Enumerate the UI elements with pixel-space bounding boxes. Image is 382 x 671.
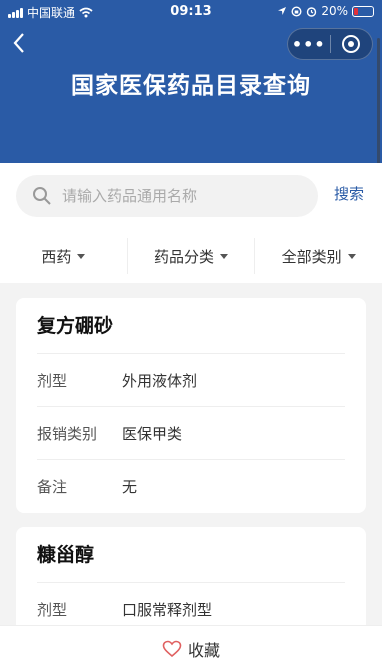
drug-detail-row: 备注 无 — [37, 460, 345, 513]
search-icon — [33, 187, 51, 205]
search-box[interactable] — [16, 175, 318, 217]
search-filter-panel: 搜索 西药 药品分类 全部类别 — [0, 163, 382, 283]
close-target-icon — [342, 35, 361, 53]
drug-name: 糠甾醇 — [37, 527, 345, 583]
heart-icon — [162, 640, 182, 657]
back-button[interactable] — [12, 32, 38, 58]
close-button[interactable] — [331, 35, 373, 53]
search-input[interactable] — [62, 187, 282, 205]
filter-label: 全部类别 — [281, 247, 342, 266]
battery-percent: 20% — [321, 4, 348, 18]
lock-rotation-icon — [291, 5, 302, 17]
row-label: 剂型 — [37, 371, 68, 390]
filter-drug-category[interactable]: 药品分类 — [128, 238, 256, 274]
drug-name: 复方硼砂 — [37, 298, 345, 354]
location-icon — [278, 7, 287, 15]
caret-down-icon — [347, 253, 356, 259]
drug-card[interactable]: 复方硼砂 剂型 外用液体剂 报销类别 医保甲类 备注 无 — [16, 298, 366, 513]
alarm-icon — [307, 6, 317, 17]
row-value: 医保甲类 — [122, 424, 183, 443]
caret-down-icon — [77, 253, 86, 259]
page-title: 国家医保药品目录查询 — [71, 73, 311, 99]
row-label: 备注 — [37, 478, 68, 496]
search-button[interactable]: 搜索 — [334, 183, 364, 204]
row-value: 外用液体剂 — [122, 371, 198, 390]
more-button[interactable]: ••• — [288, 35, 330, 54]
scroll-indicator — [377, 38, 380, 164]
filter-label: 药品分类 — [154, 247, 215, 266]
status-bar: 中国联通 09:13 20% — [0, 0, 382, 24]
caret-down-icon — [220, 253, 229, 259]
row-label: 剂型 — [37, 601, 68, 619]
drug-card[interactable]: 糠甾醇 剂型 口服常释剂型 — [16, 527, 366, 636]
row-value: 口服常释剂型 — [122, 601, 213, 619]
filter-drug-type[interactable]: 西药 — [0, 238, 128, 274]
drug-detail-row: 报销类别 医保甲类 — [37, 407, 345, 460]
filter-all-types[interactable]: 全部类别 — [255, 238, 382, 274]
battery-icon — [352, 5, 374, 17]
header-banner: 中国联通 09:13 20% ••• 国家医保药品目录查询 — [0, 0, 382, 164]
filter-label: 西药 — [41, 247, 72, 266]
row-label: 报销类别 — [37, 424, 98, 443]
favorite-button[interactable]: 收藏 — [0, 625, 382, 671]
row-value: 无 — [122, 478, 138, 496]
miniprogram-capsule: ••• — [287, 28, 373, 60]
drug-detail-row: 剂型 外用液体剂 — [37, 354, 345, 407]
favorite-label: 收藏 — [187, 640, 220, 660]
chevron-left-icon — [13, 33, 24, 53]
filter-bar: 西药 药品分类 全部类别 — [0, 238, 382, 274]
